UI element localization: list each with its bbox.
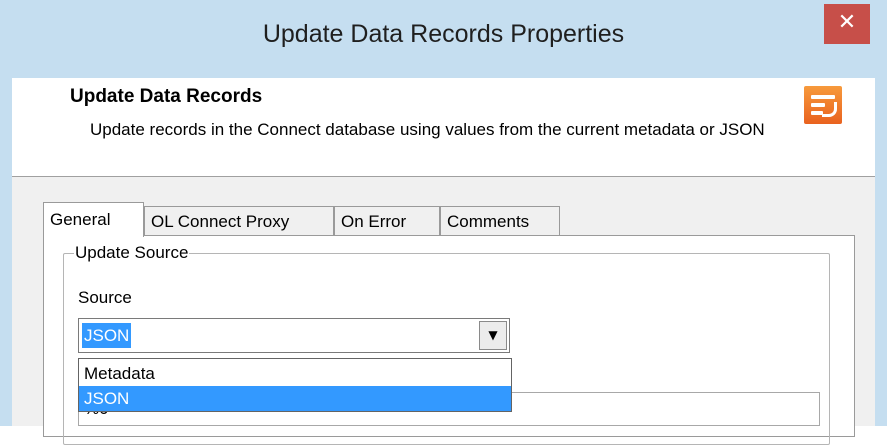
source-option-metadata[interactable]: Metadata xyxy=(79,361,511,386)
source-dropdown-list: Metadata JSON xyxy=(78,358,512,412)
header-description: Update records in the Connect database u… xyxy=(90,120,765,139)
tab-ol-connect-proxy[interactable]: OL Connect Proxy xyxy=(144,206,334,236)
window-title: Update Data Records Properties xyxy=(262,20,625,48)
tab-comments[interactable]: Comments xyxy=(440,206,560,236)
header-title: Update Data Records xyxy=(70,86,263,107)
window-frame-left xyxy=(0,0,12,426)
title-bar[interactable]: Update Data Records Properties ✕ xyxy=(0,0,887,78)
update-source-label: Update Source xyxy=(74,243,190,263)
properties-dialog: Update Data Records Properties ✕ Update … xyxy=(0,0,887,445)
chevron-down-icon[interactable]: ▼ xyxy=(479,321,507,350)
dialog-header: Update Data Records Update records in th… xyxy=(12,78,875,177)
source-option-json[interactable]: JSON xyxy=(79,386,511,411)
tab-general[interactable]: General xyxy=(43,202,144,237)
window-frame-right xyxy=(875,0,887,426)
source-select[interactable]: JSON ▼ xyxy=(78,318,510,353)
close-button[interactable]: ✕ xyxy=(824,4,870,44)
tab-on-error[interactable]: On Error xyxy=(334,206,440,236)
source-select-value: JSON xyxy=(82,323,132,348)
source-label: Source xyxy=(78,288,132,307)
update-records-icon xyxy=(804,86,842,124)
